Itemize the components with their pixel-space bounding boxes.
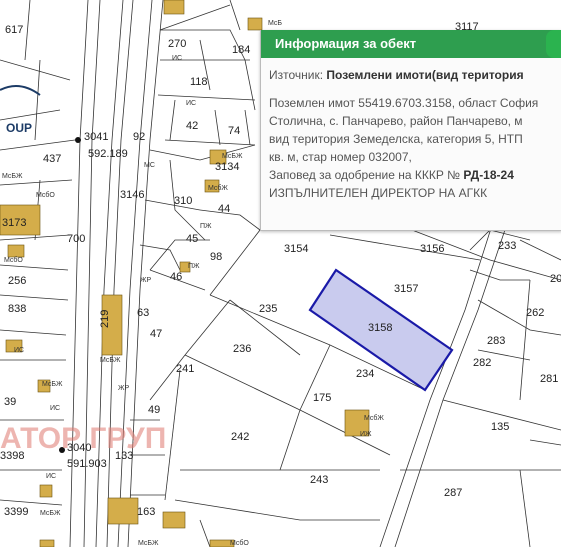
parcel-label: 243 xyxy=(310,474,328,486)
parcel-label: 592.189 xyxy=(88,148,128,160)
description-line: Столична, с. Панчарево, район Панчарево,… xyxy=(269,114,523,128)
usage-code: МсБ xyxy=(268,20,282,27)
order-line: Заповед за одобрение на КККР № РД-18-24 xyxy=(269,166,561,184)
usage-code: МсбЖ xyxy=(364,414,384,422)
parcel-label: 287 xyxy=(444,487,462,499)
parcel-label: 46 xyxy=(170,271,182,283)
parcel-label: 242 xyxy=(231,431,249,443)
description-line: кв. м, стар номер 032007, xyxy=(269,150,412,164)
order-number: РД-18-24 xyxy=(463,168,514,182)
parcel-label: 282 xyxy=(473,357,491,369)
object-info-popup: Информация за обект Източник: Поземлени … xyxy=(260,30,561,231)
parcel-label: 262 xyxy=(526,307,544,319)
parcel-label: 3156 xyxy=(420,243,444,255)
popup-body: Източник: Поземлени имоти(вид територия … xyxy=(261,58,561,202)
parcel-label: 3158 xyxy=(368,322,392,334)
usage-code: ИС xyxy=(14,347,24,354)
usage-code: МсБЖ xyxy=(100,357,121,364)
parcel-label: 310 xyxy=(174,195,192,207)
parcel-label-3040: 3040 xyxy=(67,442,91,454)
parcel-label-3041: 3041 xyxy=(84,131,108,143)
source-label: Източник: xyxy=(269,68,327,82)
usage-code: МсбО xyxy=(230,539,249,547)
parcel-label: 163 xyxy=(137,506,155,518)
usage-code: МсБЖ xyxy=(2,173,23,180)
survey-points xyxy=(59,137,81,453)
parcel-label: 3154 xyxy=(284,243,308,255)
popup-close-button[interactable] xyxy=(546,30,561,58)
usage-code: МС xyxy=(144,162,155,169)
parcel-label: 39 xyxy=(4,396,16,408)
usage-code: ИС xyxy=(186,100,196,107)
parcel-label: 281 xyxy=(540,373,558,385)
usage-code: ЖР xyxy=(140,277,151,284)
order-prefix: Заповед за одобрение на КККР № xyxy=(269,168,464,182)
parcel-label: 233 xyxy=(498,240,516,252)
parcel-label: 45 xyxy=(186,233,198,245)
parcel-label: 98 xyxy=(210,251,222,263)
parcel-label: 241 xyxy=(176,363,194,375)
usage-code: ПЖ xyxy=(188,263,200,270)
parcel-label: 437 xyxy=(43,153,61,165)
usage-code: ИС xyxy=(50,405,60,412)
parcel-label: 92 xyxy=(133,131,145,143)
parcel-label: 3146 xyxy=(120,189,144,201)
usage-code: МсБЖ xyxy=(42,381,63,388)
parcel-label: 3157 xyxy=(394,283,418,295)
parcel-label: 74 xyxy=(228,125,240,137)
parcel-label-3173: 3173 xyxy=(2,217,26,229)
parcel-label: 236 xyxy=(233,343,251,355)
parcel-label: 591.903 xyxy=(67,458,107,470)
watermark-top: OUP xyxy=(6,121,32,135)
popup-header: Информация за обект xyxy=(261,30,561,58)
popup-source: Източник: Поземлени имоти(вид територия xyxy=(269,66,561,84)
parcel-label: 234 xyxy=(356,368,374,380)
popup-title: Информация за обект xyxy=(275,36,417,51)
parcel-label: 283 xyxy=(487,335,505,347)
parcel-label: 175 xyxy=(313,392,331,404)
parcel-label: 49 xyxy=(148,404,160,416)
usage-code: МсбО xyxy=(4,256,23,264)
parcel-label: 42 xyxy=(186,120,198,132)
description-line: вид територия Земеделска, категория 5, Н… xyxy=(269,132,523,146)
parcel-label: 235 xyxy=(259,303,277,315)
parcel-label: 118 xyxy=(190,76,208,88)
popup-description: Поземлен имот 55419.6703.3158, област Со… xyxy=(269,94,561,202)
usage-code: МсбО xyxy=(36,191,55,199)
parcel-label: 44 xyxy=(218,203,230,215)
parcel-label: 20 xyxy=(550,273,561,285)
usage-code: МсБЖ xyxy=(222,153,243,160)
parcel-label-219: 219 xyxy=(99,310,111,328)
usage-code: ИС xyxy=(46,473,56,480)
usage-code: ИЖ xyxy=(360,431,372,438)
usage-code: МсБЖ xyxy=(138,540,159,547)
parcel-label: 135 xyxy=(491,421,509,433)
parcel-label: 133 xyxy=(115,450,133,462)
usage-code: МсбЖ xyxy=(208,184,228,192)
source-value: Поземлени имоти(вид територия xyxy=(326,68,524,82)
parcel-label: 184 xyxy=(232,44,250,56)
parcel-label: 3134 xyxy=(215,161,239,173)
parcel-label: 700 xyxy=(67,233,85,245)
usage-code: ЖР xyxy=(118,385,129,392)
agency-line: ИЗПЪЛНИТЕЛЕН ДИРЕКТОР НА АГКК xyxy=(269,186,488,200)
parcel-label: 838 xyxy=(8,303,26,315)
parcel-label: 47 xyxy=(150,328,162,340)
usage-code: МсБЖ xyxy=(40,510,61,517)
parcel-label: 3398 xyxy=(0,450,24,462)
usage-code: ИС xyxy=(172,55,182,62)
parcel-label: 63 xyxy=(137,307,149,319)
usage-code: ПЖ xyxy=(200,223,212,230)
description-line: Поземлен имот 55419.6703.3158, област Со… xyxy=(269,96,539,110)
parcel-label: 3399 xyxy=(4,506,28,518)
watermark-logo-arc xyxy=(0,85,41,96)
parcel-label: 617 xyxy=(5,24,23,36)
parcel-label: 270 xyxy=(168,38,186,50)
parcel-label: 256 xyxy=(8,275,26,287)
